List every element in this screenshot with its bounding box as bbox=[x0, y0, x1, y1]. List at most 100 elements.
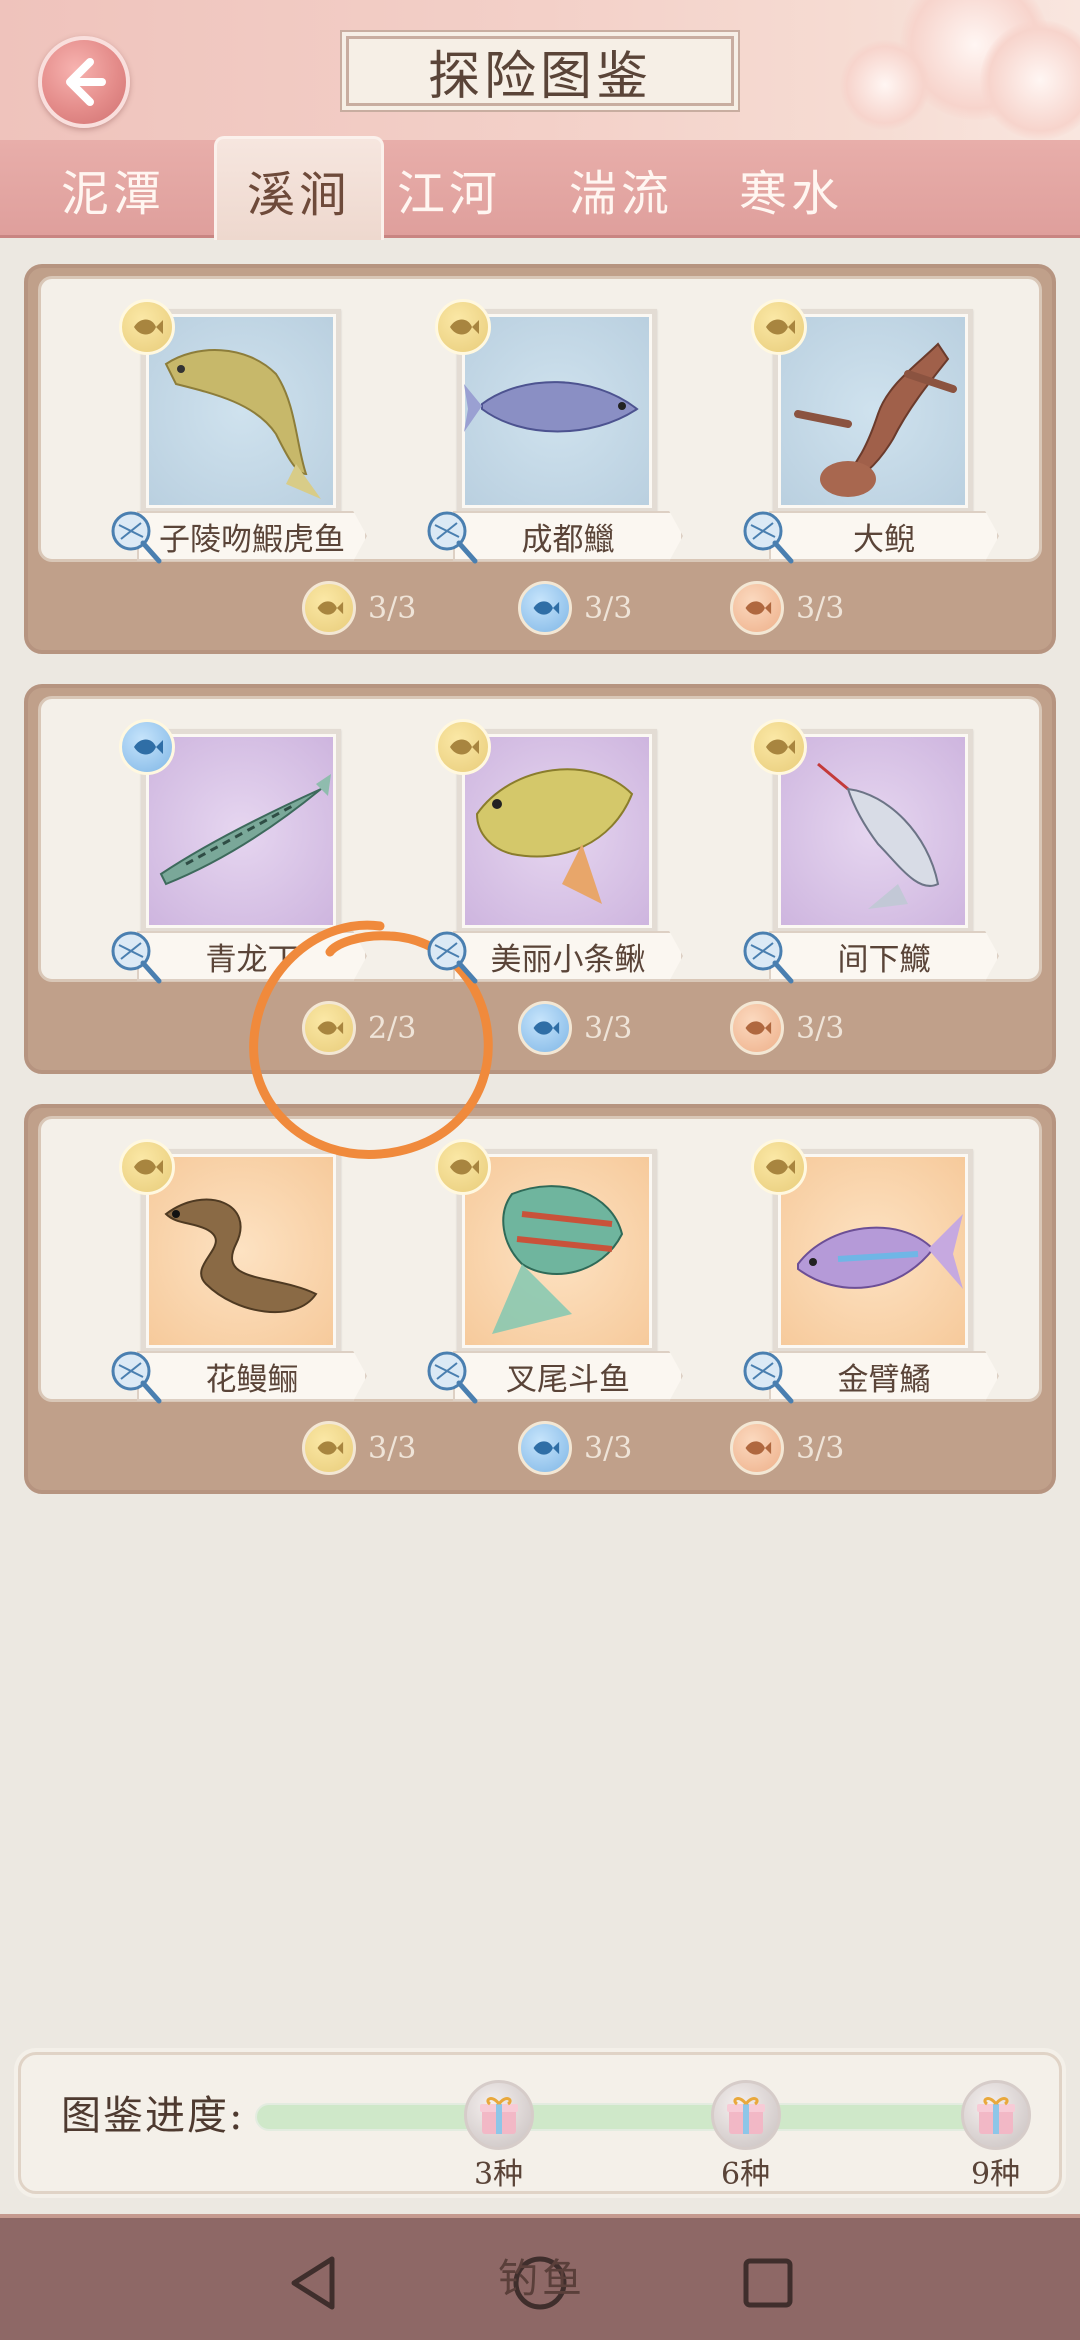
fish-group-inner: 青龙丁 美丽小条鳅 间下鱵 bbox=[38, 696, 1042, 984]
fish-icon bbox=[450, 1159, 479, 1175]
fish-group-card: 青龙丁 美丽小条鳅 间下鱵 2/3 3/3 3/3 bbox=[24, 684, 1056, 1074]
progress-gold: 3/3 bbox=[302, 1420, 416, 1476]
fishing-net-icon bbox=[111, 931, 162, 984]
tab-jianghe[interactable]: 江河 bbox=[364, 140, 534, 238]
qinglongding-fish-image bbox=[159, 774, 331, 886]
fish-icon bbox=[134, 1159, 163, 1175]
collection-progress-bar bbox=[255, 2103, 995, 2131]
collection-progress-panel: 图鉴进度: 3种 6种 9种 bbox=[18, 2052, 1062, 2194]
rarity-badge-gold bbox=[435, 1139, 491, 1195]
loach-fish-image bbox=[475, 768, 634, 904]
peach-fish-coin-icon bbox=[730, 581, 784, 635]
group-progress-row: 2/3 3/3 3/3 bbox=[38, 988, 1042, 1064]
fishing-net-icon bbox=[743, 511, 794, 564]
gold-fish-coin-icon bbox=[302, 1421, 356, 1475]
gift-box-icon bbox=[977, 2097, 1015, 2134]
fishing-net-icon bbox=[111, 1351, 162, 1404]
category-tab-bar: 泥潭 溪涧 江河 湍流 寒水 bbox=[0, 136, 1080, 240]
progress-gold: 3/3 bbox=[302, 580, 416, 636]
progress-value: 3/3 bbox=[796, 1010, 845, 1046]
bitterling-fish-image bbox=[797, 1214, 963, 1289]
fish-entry[interactable]: 青龙丁 bbox=[41, 719, 367, 989]
fish-entry[interactable]: 金臂鱊 bbox=[673, 1139, 999, 1409]
gift-reward-button[interactable] bbox=[464, 2080, 534, 2150]
fish-name-label: 叉尾斗鱼 bbox=[453, 1351, 683, 1401]
tab-hanshui[interactable]: 寒水 bbox=[706, 140, 876, 238]
underlying-fishing-label: 钓鱼 bbox=[498, 2256, 586, 2302]
rarity-badge-gold bbox=[119, 299, 175, 355]
page-title: 探险图鉴 bbox=[346, 36, 734, 107]
tab-tuanliu[interactable]: 湍流 bbox=[536, 140, 706, 238]
fish-icon bbox=[450, 739, 479, 755]
blue-fish-coin-icon bbox=[518, 1421, 572, 1475]
paradise-fish-image bbox=[492, 1185, 624, 1334]
triangle-back-icon bbox=[291, 2256, 335, 2310]
gift-reward-button[interactable] bbox=[711, 2080, 781, 2150]
progress-blue: 3/3 bbox=[518, 1000, 632, 1056]
tab-nitan[interactable]: 泥潭 bbox=[28, 140, 198, 238]
fishing-net-icon bbox=[111, 511, 162, 564]
goby-fish-image bbox=[164, 349, 321, 499]
milestone-label: 3种 bbox=[474, 2157, 524, 2192]
progress-value: 3/3 bbox=[796, 1430, 845, 1466]
fishing-net-icon bbox=[427, 1351, 478, 1404]
gift-reward-button[interactable] bbox=[961, 2080, 1031, 2150]
rarity-badge-gold bbox=[435, 719, 491, 775]
blue-fish-coin-icon bbox=[518, 581, 572, 635]
rarity-badge-gold bbox=[435, 299, 491, 355]
fishing-net-icon bbox=[427, 931, 478, 984]
tab-xijian[interactable]: 溪涧 bbox=[214, 136, 384, 240]
nav-recents-button[interactable] bbox=[733, 2248, 803, 2318]
fishing-net-icon bbox=[427, 511, 478, 564]
progress-value: 3/3 bbox=[584, 1430, 633, 1466]
progress-blue: 3/3 bbox=[518, 1420, 632, 1476]
gift-box-icon bbox=[727, 2097, 765, 2134]
collection-progress-label: 图鉴进度: bbox=[61, 2093, 245, 2139]
gold-fish-coin-icon bbox=[302, 1001, 356, 1055]
fish-entry[interactable]: 子陵吻鰕虎鱼 bbox=[41, 299, 367, 569]
fish-group-card: 花鳗鲡 叉尾斗鱼 金臂鱊 3/3 3/3 3/3 bbox=[24, 1104, 1056, 1494]
fish-entry[interactable]: 间下鱵 bbox=[673, 719, 999, 989]
chengdu-fish-image bbox=[464, 381, 639, 433]
blossom-decoration bbox=[840, 40, 930, 130]
peach-fish-coin-icon bbox=[730, 1421, 784, 1475]
group-progress-row: 3/3 3/3 3/3 bbox=[38, 1408, 1042, 1484]
fishing-net-icon bbox=[743, 931, 794, 984]
tab-label: 泥潭 bbox=[60, 166, 165, 222]
progress-gold: 2/3 bbox=[302, 1000, 416, 1056]
milestone-label: 6种 bbox=[721, 2157, 771, 2192]
fish-icon bbox=[450, 319, 479, 335]
fish-name-label: 青龙丁 bbox=[137, 931, 367, 981]
fish-entry[interactable]: 成都鱲 bbox=[357, 299, 683, 569]
progress-value: 3/3 bbox=[368, 1430, 417, 1466]
halfbeak-fish-image bbox=[817, 762, 940, 909]
progress-peach: 3/3 bbox=[730, 1420, 844, 1476]
fish-name-label: 间下鱵 bbox=[769, 931, 999, 981]
progress-peach: 3/3 bbox=[730, 1000, 844, 1056]
fish-name-label: 花鳗鲡 bbox=[137, 1351, 367, 1401]
rarity-badge-gold bbox=[751, 299, 807, 355]
fish-entry[interactable]: 花鳗鲡 bbox=[41, 1139, 367, 1409]
fish-name-label: 成都鱲 bbox=[453, 511, 683, 561]
tab-label: 寒水 bbox=[738, 166, 843, 222]
back-button[interactable] bbox=[38, 36, 130, 128]
back-arrow-icon bbox=[66, 58, 106, 106]
fish-icon bbox=[766, 1159, 795, 1175]
progress-value: 3/3 bbox=[584, 590, 633, 626]
header-bar: 探险图鉴 bbox=[0, 0, 1080, 140]
rarity-badge-blue bbox=[119, 719, 175, 775]
fish-entry[interactable]: 美丽小条鳅 bbox=[357, 719, 683, 989]
group-progress-row: 3/3 3/3 3/3 bbox=[38, 568, 1042, 644]
fish-group-inner: 子陵吻鰕虎鱼 成都鱲 大鲵 bbox=[38, 276, 1042, 564]
rarity-badge-gold bbox=[751, 719, 807, 775]
nav-back-button[interactable] bbox=[278, 2248, 348, 2318]
fish-name-label: 金臂鱊 bbox=[769, 1351, 999, 1401]
fish-icon bbox=[766, 739, 795, 755]
fish-entry[interactable]: 大鲵 bbox=[673, 299, 999, 569]
fish-icon bbox=[766, 319, 795, 335]
progress-blue: 3/3 bbox=[518, 580, 632, 636]
square-recents-icon bbox=[743, 2258, 793, 2308]
tab-label: 湍流 bbox=[568, 166, 673, 222]
eel-image bbox=[164, 1198, 318, 1314]
fish-entry[interactable]: 叉尾斗鱼 bbox=[357, 1139, 683, 1409]
